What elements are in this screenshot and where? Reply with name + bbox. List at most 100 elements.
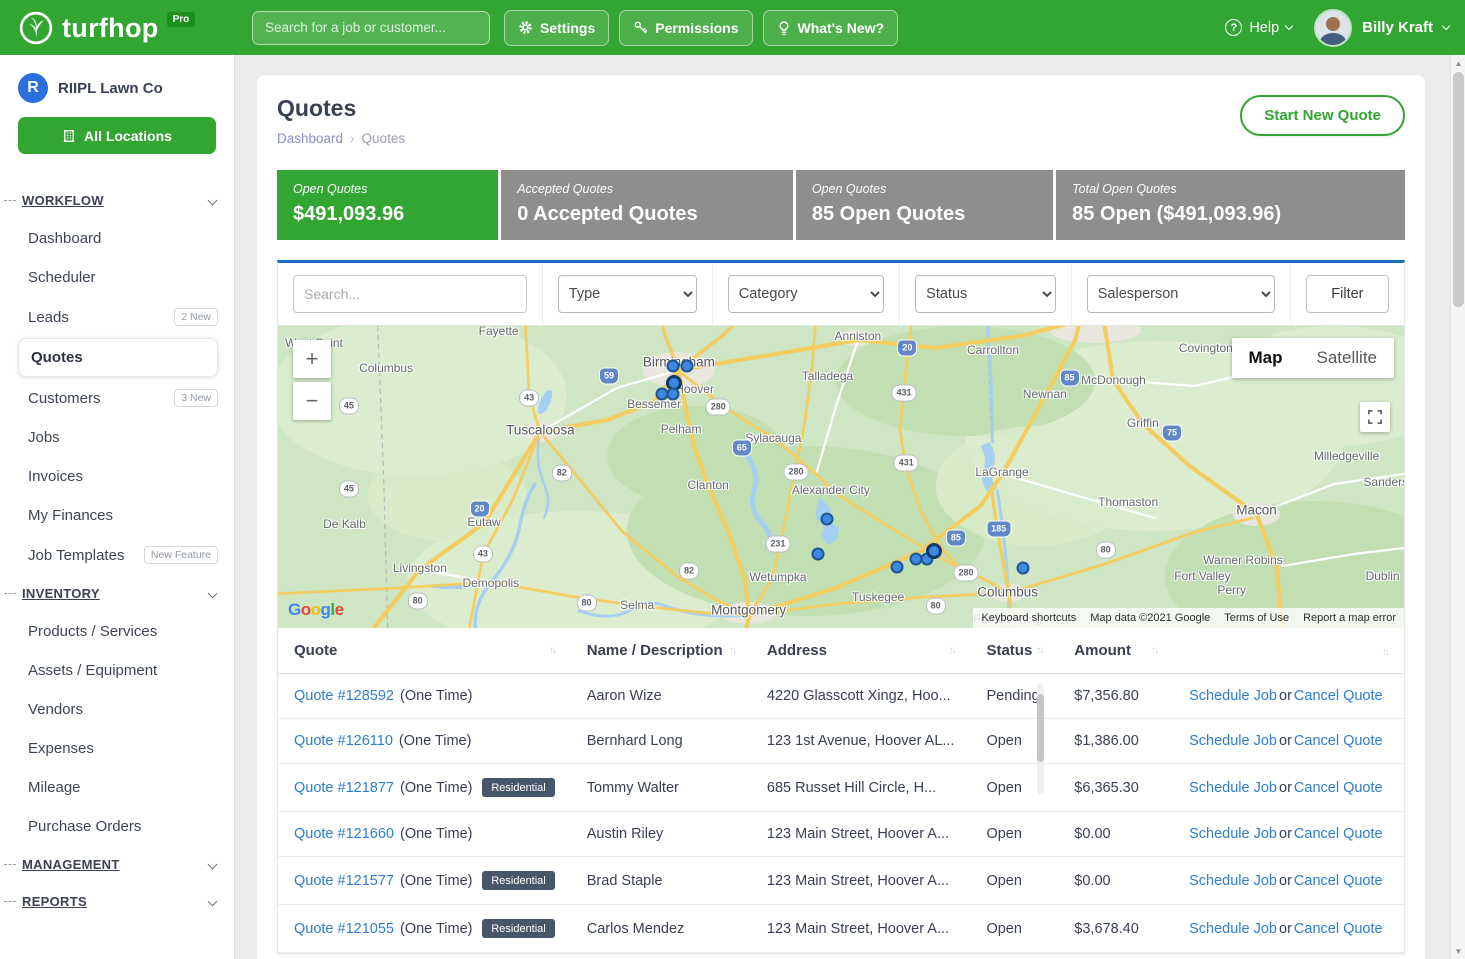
- settings-button[interactable]: Settings: [504, 10, 609, 46]
- salesperson-select[interactable]: Salesperson: [1087, 275, 1275, 313]
- map-marker[interactable]: [926, 543, 942, 559]
- filter-button[interactable]: Filter: [1306, 275, 1389, 313]
- help-menu[interactable]: ? Help: [1225, 19, 1292, 36]
- column-header-quote[interactable]: ↑↓Quote: [278, 628, 571, 674]
- sort-icon[interactable]: ↑↓: [1151, 645, 1157, 656]
- map-marker[interactable]: [812, 548, 825, 561]
- sidebar-section-inventory[interactable]: INVENTORY: [0, 575, 234, 612]
- sidebar-item-my-finances[interactable]: My Finances: [0, 496, 234, 535]
- map-marker[interactable]: [1017, 561, 1030, 574]
- cancel-quote-link[interactable]: Cancel Quote: [1294, 780, 1383, 796]
- column-header-amount[interactable]: ↑↓Amount: [1058, 628, 1173, 674]
- cancel-quote-link[interactable]: Cancel Quote: [1294, 921, 1383, 937]
- sort-icon[interactable]: ↑↓: [729, 645, 735, 656]
- cancel-quote-link[interactable]: Cancel Quote: [1294, 826, 1383, 842]
- schedule-job-link[interactable]: Schedule Job: [1189, 688, 1277, 704]
- permissions-button[interactable]: Permissions: [619, 10, 752, 46]
- schedule-job-link[interactable]: Schedule Job: [1189, 780, 1277, 796]
- sidebar-section-reports[interactable]: REPORTS: [0, 883, 234, 920]
- google-logo[interactable]: Google: [288, 600, 344, 620]
- quote-link[interactable]: Quote #121577: [294, 873, 394, 889]
- map-marker[interactable]: [667, 359, 680, 372]
- avatar[interactable]: [1314, 9, 1352, 47]
- keyboard-shortcuts-link[interactable]: Keyboard shortcuts: [981, 612, 1076, 624]
- quotes-map[interactable]: West PointFayetteColumbusAnnistonCarroll…: [278, 326, 1404, 628]
- report-map-error-link[interactable]: Report a map error: [1303, 612, 1396, 624]
- sidebar-item-mileage[interactable]: Mileage: [0, 768, 234, 807]
- zoom-out-button[interactable]: −: [293, 382, 331, 420]
- sidebar-item-expenses[interactable]: Expenses: [0, 729, 234, 768]
- map-marker[interactable]: [667, 387, 680, 400]
- sidebar-item-vendors[interactable]: Vendors: [0, 690, 234, 729]
- all-locations-button[interactable]: All Locations: [18, 117, 216, 154]
- quote-link[interactable]: Quote #128592: [294, 688, 394, 704]
- nav-label: Mileage: [28, 779, 81, 796]
- page-scrollbar[interactable]: ▲ ▼: [1450, 55, 1465, 959]
- type-select[interactable]: Type: [558, 275, 697, 313]
- fullscreen-button[interactable]: [1360, 402, 1390, 432]
- sidebar-section-workflow[interactable]: WORKFLOW: [0, 182, 234, 219]
- map-marker[interactable]: [821, 512, 834, 525]
- quote-link[interactable]: Quote #121660: [294, 826, 394, 842]
- cancel-quote-link[interactable]: Cancel Quote: [1294, 688, 1383, 704]
- sidebar-item-scheduler[interactable]: Scheduler: [0, 258, 234, 297]
- user-menu[interactable]: Billy Kraft: [1314, 9, 1449, 47]
- schedule-job-link[interactable]: Schedule Job: [1189, 733, 1277, 749]
- map-view-button[interactable]: Map: [1232, 338, 1300, 378]
- sidebar-item-purchase-orders[interactable]: Purchase Orders: [0, 807, 234, 846]
- schedule-job-link[interactable]: Schedule Job: [1189, 921, 1277, 937]
- map-marker[interactable]: [891, 560, 904, 573]
- sidebar-item-customers[interactable]: Customers 3 New: [0, 378, 234, 418]
- sort-icon[interactable]: ↑↓: [1382, 647, 1388, 658]
- sidebar-item-products-services[interactable]: Products / Services: [0, 612, 234, 651]
- cancel-quote-link[interactable]: Cancel Quote: [1294, 873, 1383, 889]
- cancel-quote-link[interactable]: Cancel Quote: [1294, 733, 1383, 749]
- breadcrumb-dashboard-link[interactable]: Dashboard: [277, 131, 343, 146]
- turfhop-leaf-icon: [18, 10, 54, 46]
- quote-address: 685 Russet Hill Circle, H...: [751, 764, 971, 812]
- table-scrollbar[interactable]: [1037, 684, 1044, 794]
- column-header-address[interactable]: ↑↓Address: [751, 628, 971, 674]
- scroll-down-arrow[interactable]: ▼: [1451, 943, 1465, 959]
- nav-label: Expenses: [28, 740, 94, 757]
- sort-icon[interactable]: ↑↓: [948, 645, 954, 656]
- sidebar-item-invoices[interactable]: Invoices: [0, 457, 234, 496]
- column-header-status[interactable]: ↑↓Status: [970, 628, 1058, 674]
- category-select[interactable]: Category: [728, 275, 884, 313]
- quote-link[interactable]: Quote #121877: [294, 780, 394, 796]
- building-icon: [62, 129, 76, 143]
- quote-link[interactable]: Quote #121055: [294, 921, 394, 937]
- sidebar-item-quotes[interactable]: Quotes: [18, 338, 218, 377]
- start-new-quote-button[interactable]: Start New Quote: [1240, 95, 1405, 136]
- map-city-label: Alexander City: [792, 483, 870, 497]
- scroll-up-arrow[interactable]: ▲: [1451, 55, 1465, 71]
- column-header-actions[interactable]: ↑↓: [1173, 628, 1404, 674]
- chevron-down-icon: [208, 897, 218, 907]
- sidebar-item-job-templates[interactable]: Job Templates New Feature: [0, 535, 234, 575]
- whats-new-button[interactable]: What's New?: [763, 10, 899, 46]
- terms-of-use-link[interactable]: Terms of Use: [1224, 612, 1289, 624]
- quote-link[interactable]: Quote #126110: [294, 733, 393, 749]
- quotes-search-input[interactable]: [293, 275, 527, 313]
- scrollbar-thumb[interactable]: [1453, 72, 1464, 307]
- company-name: RIIPL Lawn Co: [58, 80, 163, 97]
- schedule-job-link[interactable]: Schedule Job: [1189, 826, 1277, 842]
- column-header-name[interactable]: ↑↓Name / Description: [571, 628, 751, 674]
- sidebar-item-leads[interactable]: Leads 2 New: [0, 297, 234, 337]
- sidebar-item-jobs[interactable]: Jobs: [0, 418, 234, 457]
- map-city-label: Tuskegee: [852, 590, 904, 604]
- fullscreen-icon: [1368, 410, 1382, 424]
- sort-icon[interactable]: ↑↓: [1036, 645, 1042, 656]
- app-logo[interactable]: turfhop Pro: [18, 10, 238, 46]
- status-select[interactable]: Status: [915, 275, 1056, 313]
- sidebar-section-management[interactable]: MANAGEMENT: [0, 846, 234, 883]
- schedule-job-link[interactable]: Schedule Job: [1189, 873, 1277, 889]
- sidebar-item-dashboard[interactable]: Dashboard: [0, 219, 234, 258]
- satellite-view-button[interactable]: Satellite: [1300, 338, 1394, 378]
- sort-icon[interactable]: ↑↓: [549, 645, 555, 656]
- sidebar-item-assets-equipment[interactable]: Assets / Equipment: [0, 651, 234, 690]
- global-search-input[interactable]: [252, 11, 490, 45]
- company-selector[interactable]: R RIIPL Lawn Co: [0, 73, 234, 103]
- zoom-in-button[interactable]: +: [293, 340, 331, 378]
- map-marker[interactable]: [680, 359, 693, 372]
